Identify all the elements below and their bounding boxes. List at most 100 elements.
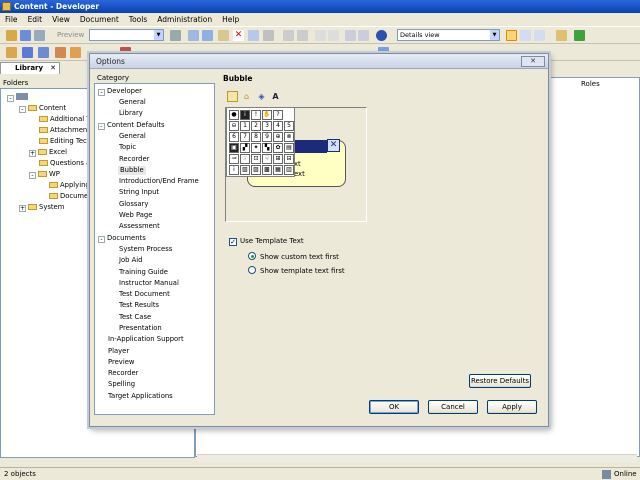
category-item[interactable]: Library <box>119 109 143 118</box>
grid-icon[interactable]: ? <box>273 110 283 120</box>
fill-color-icon[interactable]: ◈ <box>256 91 267 102</box>
properties-icon[interactable] <box>248 30 259 41</box>
paste-icon[interactable] <box>202 30 213 41</box>
dialog-close-button[interactable]: ✕ <box>521 56 545 67</box>
category-content-defaults[interactable]: - Content Defaults <box>98 121 165 130</box>
tree-root[interactable]: - <box>7 93 28 102</box>
tree-item[interactable]: Documer <box>49 192 91 201</box>
menu-file[interactable]: File <box>0 13 23 27</box>
tree-item[interactable]: + System <box>19 203 64 212</box>
category-item[interactable]: Web Page <box>119 211 152 220</box>
grid-icon[interactable]: ✿ <box>273 143 283 153</box>
save-icon[interactable] <box>20 30 31 41</box>
grid-icon[interactable]: ⊗ <box>284 132 294 142</box>
horizontal-scrollbar[interactable] <box>197 454 637 462</box>
grid-icon[interactable]: ⊸ <box>229 154 239 164</box>
checkmark-icon[interactable]: ✓ <box>229 238 237 246</box>
preview-button[interactable]: Preview <box>57 29 84 41</box>
category-item[interactable]: Introduction/End Frame <box>119 177 199 186</box>
new-icon[interactable] <box>6 30 17 41</box>
bubble-icon-grid[interactable]: ● i ! ✋ ? ⊖ 1 2 3 4 5 6 7 8 9 ⊕ ⊗ ▣ ▞ ✦ … <box>226 107 295 177</box>
grid-icon[interactable]: 1 <box>240 121 250 131</box>
grid-icon[interactable]: ⊕ <box>273 132 283 142</box>
details-view-icon[interactable] <box>506 30 517 41</box>
category-item[interactable]: Recorder <box>119 155 149 164</box>
tab-library[interactable]: Library ✕ <box>0 62 60 74</box>
use-template-text-checkbox[interactable]: ✓ Use Template Text <box>229 237 304 246</box>
radio-show-template-first[interactable]: Show template text first <box>248 266 345 276</box>
radio-show-custom-first[interactable]: Show custom text first <box>248 252 339 262</box>
category-item[interactable]: Job Aid <box>119 256 143 265</box>
grid-icon[interactable]: ⊟ <box>284 154 294 164</box>
category-item[interactable]: System Process <box>119 245 172 254</box>
tree-item[interactable]: - Content <box>19 104 66 113</box>
link-icon[interactable] <box>345 30 356 41</box>
grid-icon[interactable]: ⊡ <box>251 154 261 164</box>
grid-icon[interactable]: ▧ <box>240 165 250 175</box>
category-item[interactable]: Spelling <box>108 380 135 389</box>
category-item[interactable]: Instructor Manual <box>119 279 179 288</box>
tree-item[interactable]: + Excel <box>29 148 67 157</box>
roles-column-header[interactable]: Roles <box>581 80 600 88</box>
new-document-icon[interactable] <box>6 47 17 58</box>
font-icon[interactable]: A <box>270 91 281 102</box>
menu-administration[interactable]: Administration <box>152 13 217 27</box>
zoom-out-icon[interactable] <box>328 30 339 41</box>
category-item[interactable]: Test Case <box>119 313 151 322</box>
grid-icon[interactable]: ⊖ <box>229 121 239 131</box>
grid-icon[interactable]: ! <box>251 110 261 120</box>
grid-icon[interactable]: 6 <box>229 132 239 142</box>
menu-view[interactable]: View <box>47 13 75 27</box>
grid-icon[interactable]: 5 <box>284 121 294 131</box>
view-select[interactable]: Details view ▼ <box>397 29 500 41</box>
radio-dot-icon[interactable] <box>248 252 256 260</box>
grid-icon[interactable]: ☞ <box>240 154 250 164</box>
grid-icon[interactable]: ● <box>229 110 239 120</box>
category-item[interactable]: Training Guide <box>119 268 168 277</box>
category-item[interactable]: Topic <box>119 143 136 152</box>
grid-icon[interactable]: 8 <box>251 132 261 142</box>
toolbar-combo[interactable]: ▼ <box>89 29 164 41</box>
menu-edit[interactable]: Edit <box>23 13 48 27</box>
find-icon[interactable] <box>263 30 274 41</box>
menu-help[interactable]: Help <box>217 13 244 27</box>
grid-icon[interactable]: 4 <box>273 121 283 131</box>
record-icon[interactable] <box>22 47 33 58</box>
grid-icon[interactable]: ☟ <box>262 154 272 164</box>
grid-icon[interactable]: ▩ <box>262 165 272 175</box>
package-icon[interactable] <box>70 47 81 58</box>
tree-view-icon[interactable] <box>534 30 545 41</box>
category-item[interactable]: Target Applications <box>108 392 173 401</box>
grid-icon[interactable]: 3 <box>262 121 272 131</box>
tree-item[interactable]: - WP <box>29 170 60 179</box>
category-item[interactable]: String Input <box>119 188 159 197</box>
category-item[interactable]: Preview <box>108 358 134 367</box>
grid-icon[interactable]: ▚ <box>262 143 272 153</box>
list-view-icon[interactable] <box>520 30 531 41</box>
category-item[interactable]: General <box>119 132 146 141</box>
bubble-icon-picker-icon[interactable] <box>227 91 238 102</box>
open-icon[interactable] <box>556 30 567 41</box>
category-developer[interactable]: - Developer <box>98 87 142 96</box>
restore-defaults-button[interactable]: Restore Defaults <box>469 374 531 388</box>
grid-icon[interactable]: 9 <box>262 132 272 142</box>
grid-icon[interactable]: ▣ <box>229 143 239 153</box>
format-icon[interactable] <box>218 30 229 41</box>
grid-icon[interactable]: ⊞ <box>273 154 283 164</box>
cut-icon[interactable] <box>170 30 181 41</box>
open-folder-icon[interactable]: ⌂ <box>241 91 252 102</box>
category-item[interactable]: Recorder <box>108 369 138 378</box>
grid-icon[interactable]: ▞ <box>240 143 250 153</box>
grid-icon[interactable]: ▨ <box>251 165 261 175</box>
category-item[interactable]: Glossary <box>119 200 148 209</box>
category-item[interactable]: Presentation <box>119 324 162 333</box>
ok-button[interactable]: OK <box>369 400 419 414</box>
help-icon[interactable] <box>376 30 387 41</box>
grid-icon[interactable]: ▤ <box>284 143 294 153</box>
grid-icon[interactable]: i <box>229 165 239 175</box>
category-item[interactable]: Test Document <box>119 290 170 299</box>
radio-dot-icon[interactable] <box>248 266 256 274</box>
cancel-button[interactable]: Cancel <box>428 400 478 414</box>
print-icon[interactable] <box>34 30 45 41</box>
grid-icon[interactable]: ✋ <box>262 110 272 120</box>
